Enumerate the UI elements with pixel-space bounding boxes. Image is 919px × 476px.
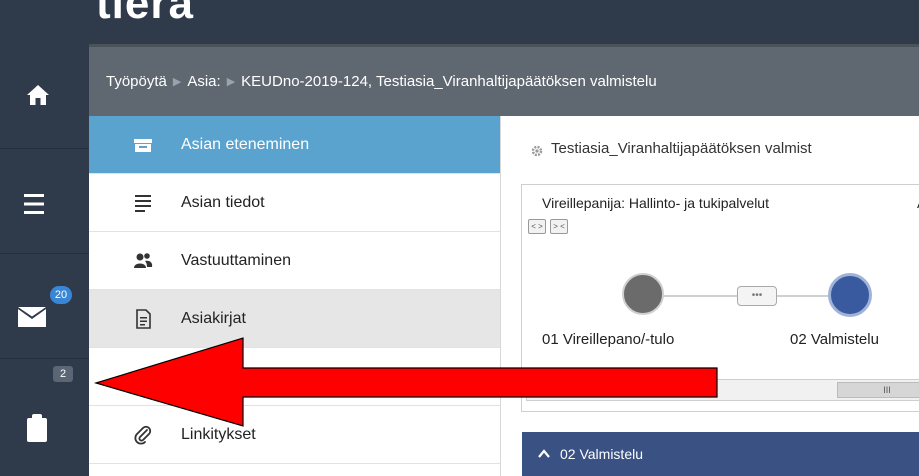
red-arrow-annotation — [93, 337, 718, 427]
